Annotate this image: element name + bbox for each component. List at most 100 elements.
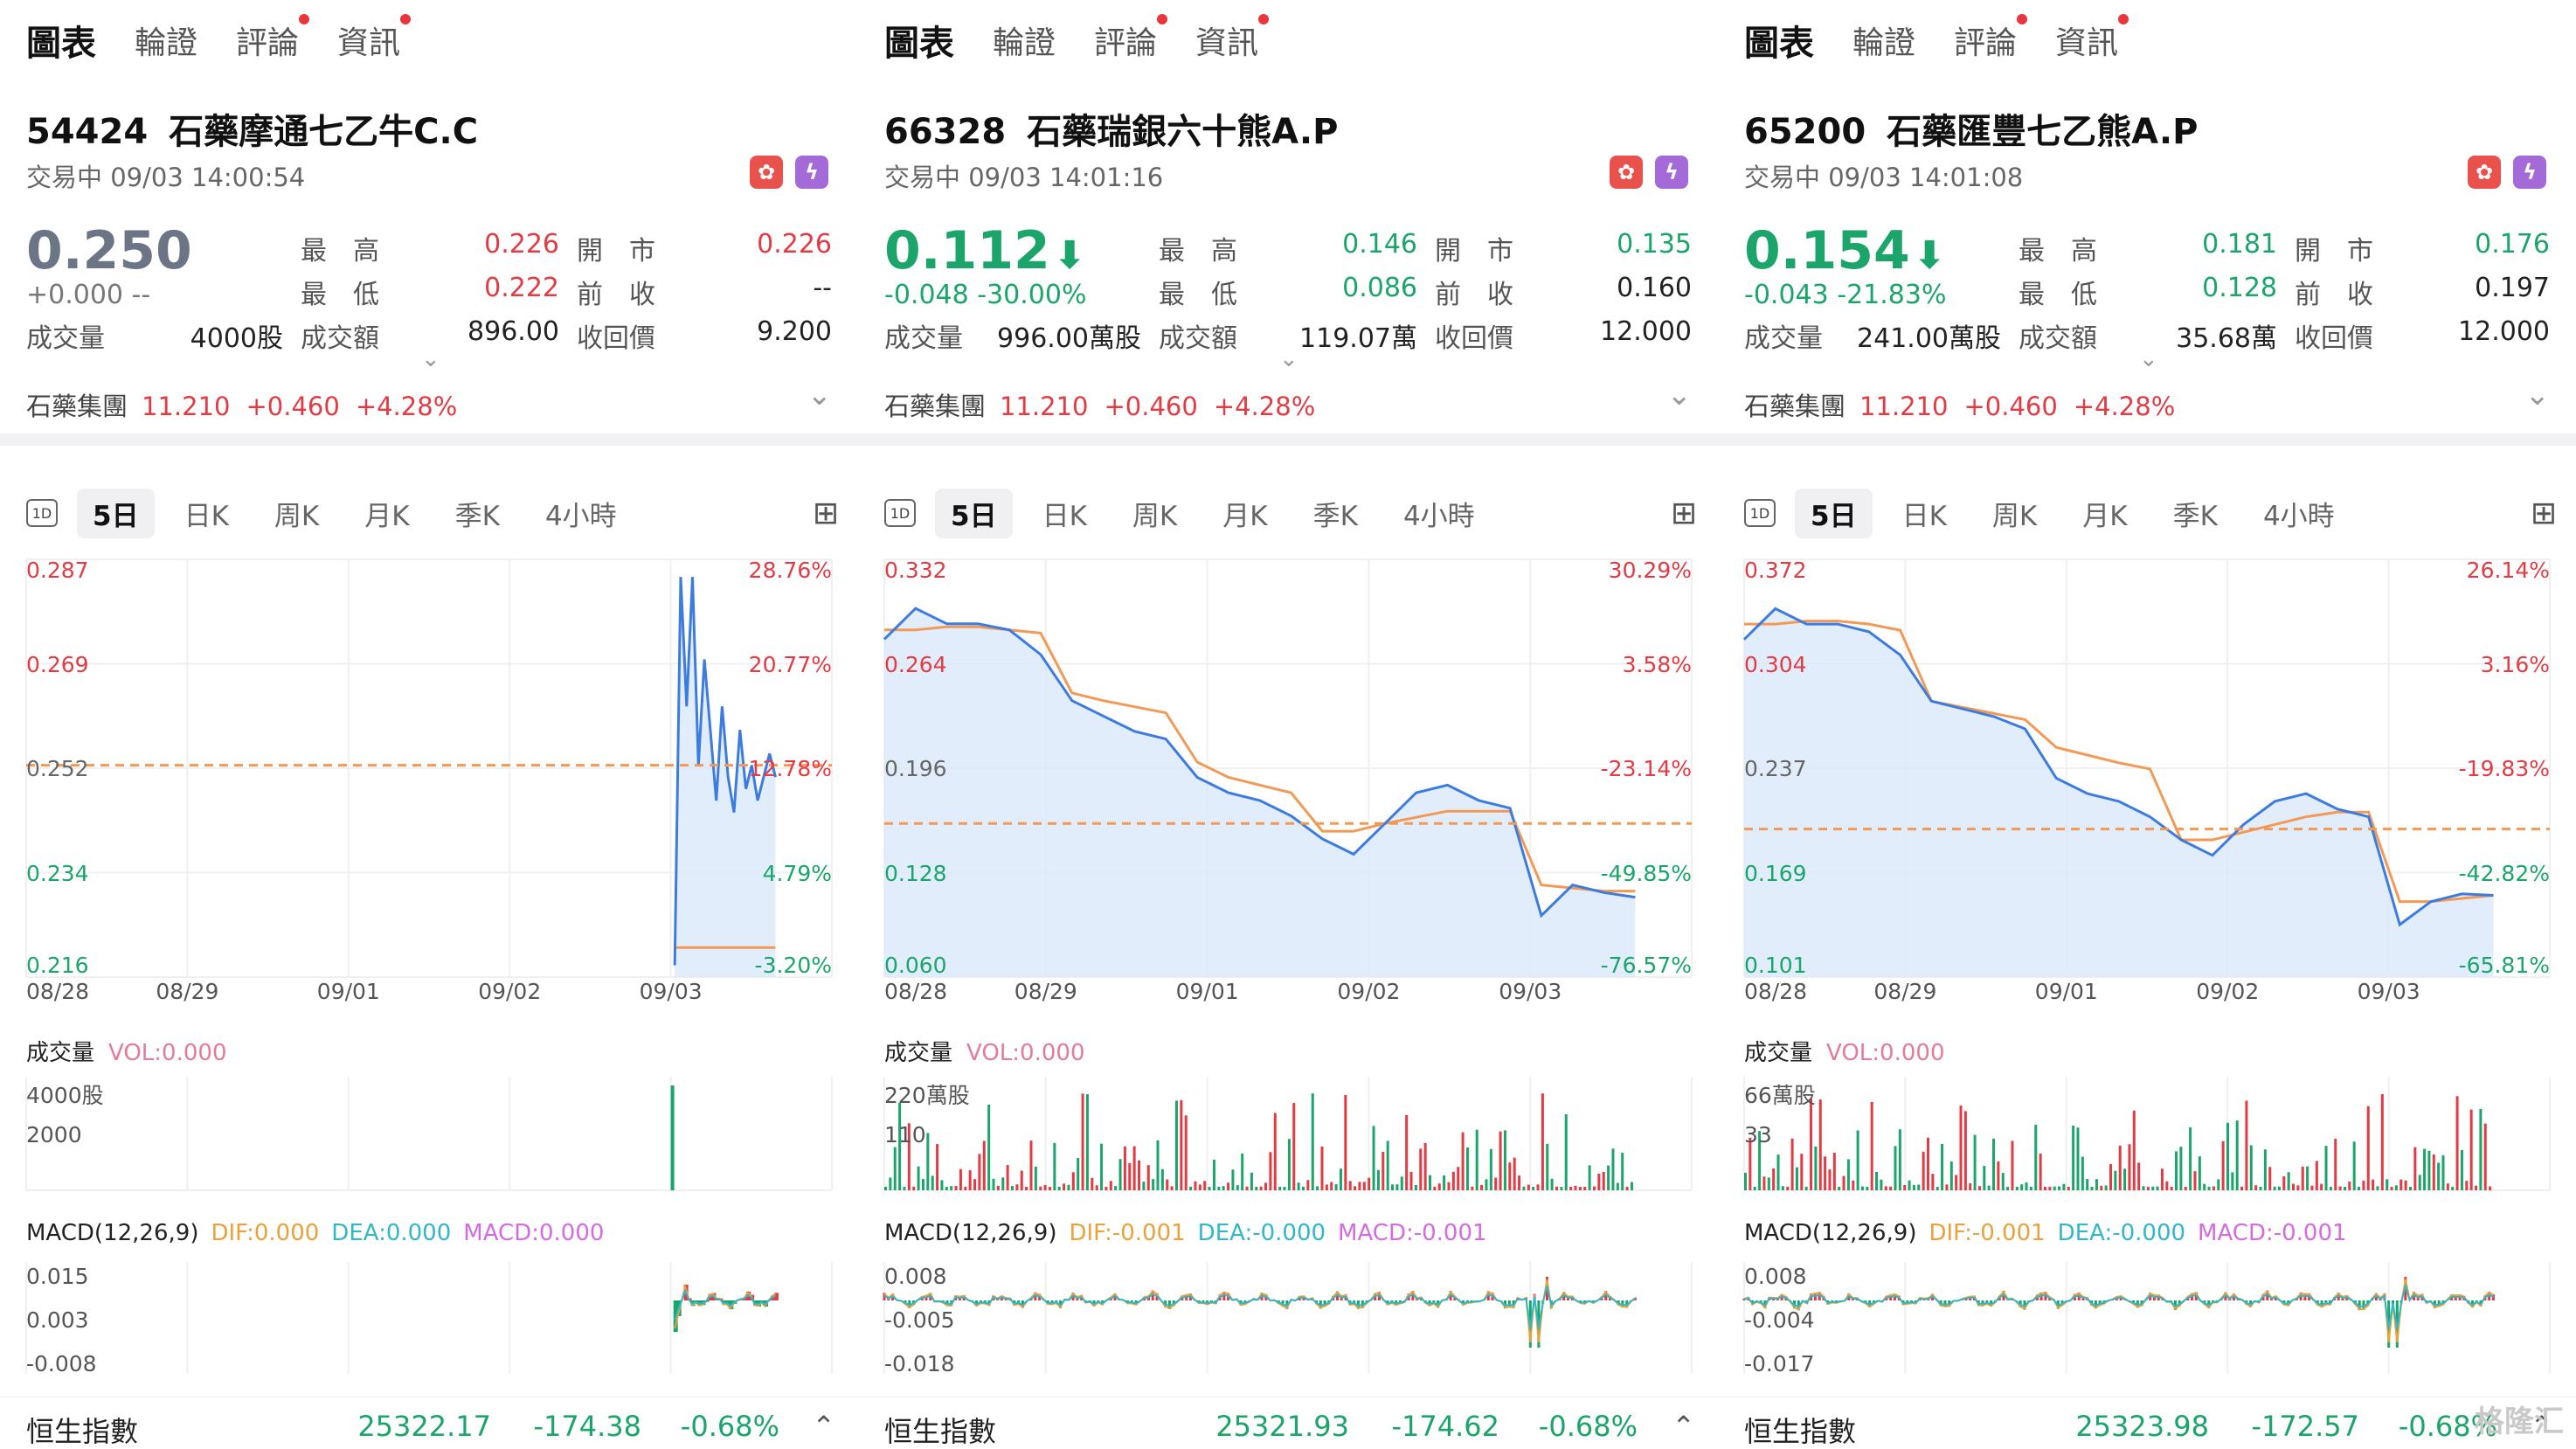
volume-bar	[2203, 1183, 2206, 1190]
volume-bar	[1306, 1180, 1310, 1190]
volume-bar	[940, 1180, 944, 1190]
volume-bar	[1381, 1152, 1385, 1190]
chevron-up-icon[interactable]: ⌃	[1672, 1410, 1695, 1443]
volume-bar	[2006, 1186, 2010, 1190]
volume-bar	[1236, 1185, 1239, 1190]
volume-axis-label: 220萬股	[884, 1083, 970, 1108]
volume-bar	[2053, 1186, 2056, 1190]
volume-bar	[1330, 1182, 1333, 1190]
volume-bar	[2446, 1183, 2449, 1190]
index-ticker-bar[interactable]: 恒生指數 25323.98 -172.57 -0.68% ⌃	[1718, 1397, 2576, 1449]
volume-bar	[2067, 1186, 2070, 1190]
volume-bar	[931, 1175, 934, 1190]
volume-bar	[2062, 1183, 2066, 1190]
macd-axis-label: 0.015	[26, 1264, 89, 1289]
volume-bar	[1437, 1183, 1441, 1190]
volume-bar	[1927, 1137, 1930, 1190]
volume-bar	[1471, 1186, 1474, 1190]
volume-bar	[1804, 1186, 1808, 1190]
volume-bar	[2193, 1171, 2197, 1190]
volume-bar	[1039, 1186, 1042, 1190]
index-pct: -0.68%	[680, 1410, 779, 1443]
volume-axis-label: 110	[884, 1122, 926, 1147]
volume-bar	[1616, 1182, 1619, 1190]
volume-bar	[1189, 1186, 1193, 1190]
volume-bar	[978, 1154, 981, 1190]
y-axis-label: 0.101	[1744, 953, 1807, 978]
volume-bar	[1311, 1093, 1314, 1190]
volume-bar	[1077, 1157, 1080, 1190]
volume-bar	[1118, 1159, 1122, 1190]
y-axis-pct-label: -3.20%	[754, 953, 832, 978]
volume-bar	[1569, 1186, 1573, 1190]
volume-bar	[1348, 1181, 1352, 1190]
volume-bar	[2011, 1140, 2014, 1190]
volume-bar	[1550, 1178, 1554, 1190]
x-axis-label: 09/03	[639, 979, 703, 1004]
volume-bar	[2380, 1093, 2384, 1190]
index-ticker-bar[interactable]: 恒生指數 25322.17 -174.38 -0.68% ⌃	[0, 1397, 858, 1449]
volume-bar	[1433, 1186, 1437, 1190]
volume-bar	[2226, 1122, 2229, 1190]
volume-bar	[954, 1185, 958, 1190]
volume-bar	[1889, 1186, 1893, 1190]
volume-bar	[1057, 1186, 1061, 1190]
volume-bar	[2095, 1179, 2098, 1190]
volume-value: VOL:0.000	[108, 1040, 227, 1066]
volume-bar	[1429, 1175, 1432, 1190]
index-ticker-bar[interactable]: 恒生指數 25321.93 -174.62 -0.68% ⌃	[858, 1397, 1718, 1449]
volume-bar	[1987, 1185, 1991, 1190]
volume-bar	[2390, 1186, 2393, 1190]
volume-bar	[1564, 1113, 1568, 1190]
volume-bar	[1828, 1169, 1832, 1190]
volume-bar	[2469, 1109, 2473, 1190]
volume-bar	[1592, 1186, 1596, 1190]
volume-bar	[2277, 1186, 2281, 1190]
volume-bar	[926, 1133, 930, 1190]
chevron-up-icon[interactable]: ⌃	[812, 1410, 835, 1443]
volume-bar	[1048, 1186, 1051, 1190]
volume-bar	[1208, 1186, 1211, 1190]
volume-bar	[1114, 1186, 1118, 1190]
volume-bar	[1287, 1139, 1291, 1190]
volume-bar	[1480, 1184, 1484, 1190]
y-axis-label: 0.169	[1744, 860, 1807, 886]
volume-bar	[917, 1166, 920, 1190]
volume-bar	[2086, 1179, 2089, 1190]
index-name: 恒生指數	[26, 1415, 139, 1448]
volume-bar	[2418, 1175, 2421, 1190]
volume-bar	[1419, 1148, 1423, 1190]
y-axis-pct-label: 4.79%	[762, 860, 832, 886]
volume-bar	[1283, 1186, 1286, 1190]
volume-bar	[1372, 1126, 1375, 1190]
y-axis-pct-label: 3.16%	[2480, 651, 2550, 677]
y-axis-pct-label: 28.76%	[748, 558, 832, 583]
volume-bar	[2179, 1147, 2183, 1190]
volume-bar	[1485, 1179, 1488, 1190]
volume-bar	[2254, 1185, 2258, 1190]
macd-dea: DEA:-0.000	[2057, 1220, 2186, 1246]
x-axis-label: 08/29	[1014, 979, 1077, 1004]
volume-bar	[2020, 1184, 2024, 1190]
volume-section-label: 成交量 VOL:0.000	[884, 1035, 1085, 1067]
volume-bar	[1123, 1146, 1126, 1190]
y-axis-label: 0.304	[1744, 651, 1807, 677]
volume-bar	[1744, 1172, 1747, 1190]
volume-bar	[2343, 1186, 2346, 1190]
volume-bar	[2118, 1145, 2122, 1190]
volume-bar	[1395, 1184, 1399, 1190]
volume-bar	[2043, 1186, 2046, 1190]
volume-bar	[1325, 1184, 1328, 1190]
volume-bar	[1977, 1186, 1981, 1190]
volume-bar	[2034, 1125, 2038, 1190]
macd-axis-label: 0.003	[26, 1307, 89, 1333]
volume-bar	[1832, 1153, 1836, 1190]
volume-bar	[1522, 1186, 1526, 1190]
volume-bar	[1316, 1186, 1319, 1190]
watermark-logo: 格隆汇	[2475, 1404, 2564, 1439]
volume-bar	[1625, 1186, 1629, 1190]
volume-bar	[1081, 1093, 1084, 1190]
volume-bar	[1043, 1184, 1047, 1190]
volume-bar	[1908, 1180, 1911, 1190]
index-change: -172.57	[2251, 1410, 2359, 1443]
